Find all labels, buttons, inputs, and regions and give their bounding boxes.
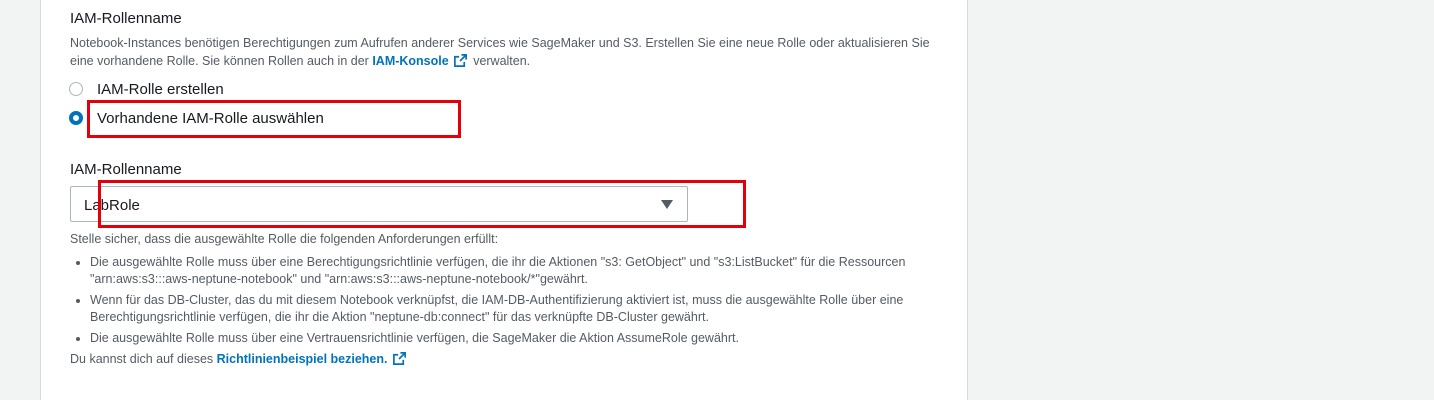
iam-console-link[interactable]: IAM-Konsole <box>372 54 469 68</box>
radio-unselected-icon[interactable] <box>69 82 83 96</box>
radio-selected-icon[interactable] <box>69 111 83 125</box>
external-link-icon <box>453 53 468 74</box>
list-item: Die ausgewählte Rolle muss über eine Ver… <box>90 330 940 347</box>
highlight-box-select <box>98 180 746 228</box>
highlight-box-radio <box>87 100 461 138</box>
list-item: Die ausgewählte Rolle muss über eine Ber… <box>90 254 940 288</box>
requirements-block: Stelle sicher, dass die ausgewählte Roll… <box>70 231 940 371</box>
requirements-intro: Stelle sicher, dass die ausgewählte Roll… <box>70 232 499 246</box>
requirements-list: Die ausgewählte Rolle muss über eine Ber… <box>70 254 940 347</box>
radio-create-role-label: IAM-Rolle erstellen <box>97 80 224 98</box>
requirements-footer: Du kannst dich auf dieses Richtlinienbei… <box>70 351 940 371</box>
policy-example-link[interactable]: Richtlinienbeispiel beziehen. <box>217 352 409 366</box>
section-title: IAM-Rollenname <box>70 10 182 27</box>
page-background <box>0 0 40 400</box>
external-link-icon <box>392 351 407 371</box>
description-suffix: verwalten. <box>473 53 531 68</box>
section-description: Notebook-Instances benötigen Berechtigun… <box>70 35 930 73</box>
list-item: Wenn für das DB-Cluster, das du mit dies… <box>90 292 940 326</box>
footer-text: Du kannst dich auf dieses <box>70 352 214 366</box>
role-select-label: IAM-Rollenname <box>70 161 182 178</box>
radio-create-role[interactable]: IAM-Rolle erstellen <box>69 78 224 100</box>
